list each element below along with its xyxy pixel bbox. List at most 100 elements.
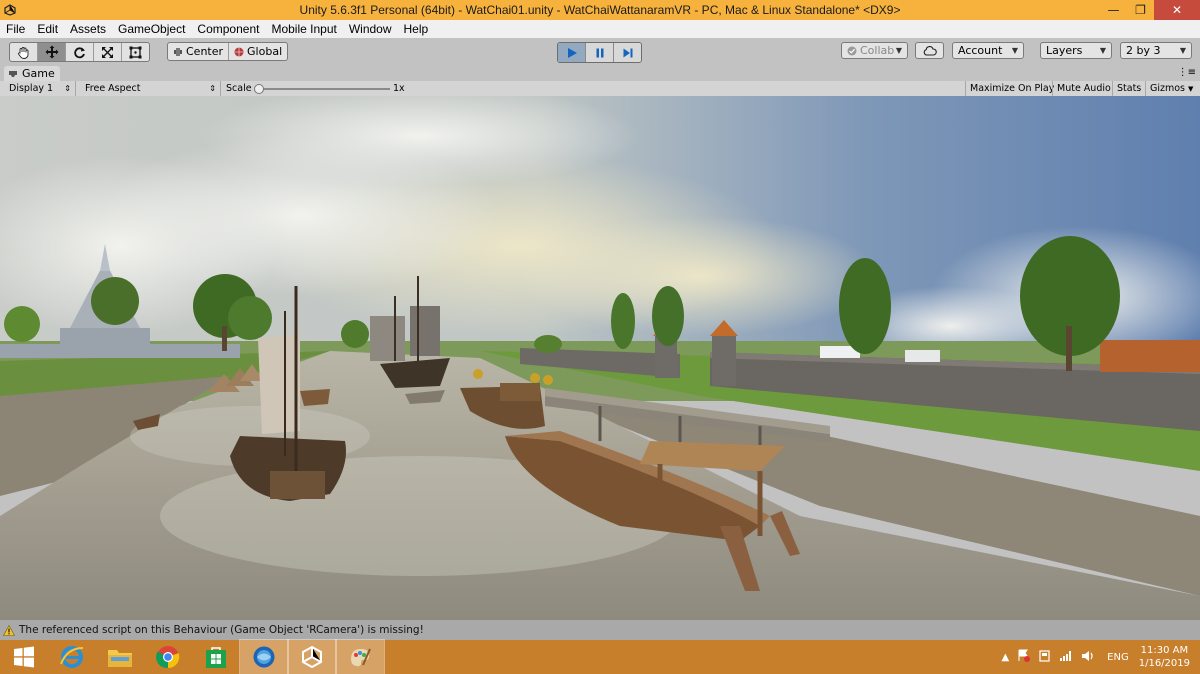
account-dropdown[interactable]: Account ▼ (952, 42, 1024, 59)
status-message: The referenced script on this Behaviour … (19, 624, 424, 636)
taskbar-store[interactable] (192, 640, 240, 674)
stats-toggle[interactable]: Stats (1112, 81, 1145, 96)
warning-icon (3, 624, 15, 636)
pivot-center-button[interactable]: Center (168, 43, 228, 60)
hand-tool-button[interactable] (10, 43, 38, 61)
checkmark-icon (847, 46, 857, 55)
clock-date: 1/16/2019 (1138, 658, 1190, 669)
pivot-center-icon (174, 47, 182, 56)
pause-button[interactable] (586, 43, 614, 62)
windows-taskbar: ▲ ENG 11:30 AM 1/16/2019 (0, 639, 1200, 674)
pause-icon (596, 48, 603, 57)
game-controller-icon (9, 71, 17, 77)
pivot-toggle-group: Center Global (167, 42, 289, 61)
updown-icon: ⇕ (64, 84, 71, 93)
scale-value: 1x (393, 83, 405, 94)
maximize-button[interactable]: ❐ (1127, 0, 1154, 20)
scale-tool-button[interactable] (94, 43, 122, 61)
scale-icon (102, 46, 113, 58)
file-explorer-icon (108, 650, 132, 667)
space-global-button[interactable]: Global (228, 43, 287, 60)
chevron-down-icon: ▼ (1011, 46, 1018, 55)
taskbar-unity[interactable] (287, 639, 337, 674)
step-button[interactable] (614, 43, 641, 62)
title-bar: Unity 5.6.3f1 Personal (64bit) - WatChai… (0, 0, 1200, 20)
menu-window[interactable]: Window (343, 22, 398, 36)
menu-gameobject[interactable]: GameObject (112, 22, 191, 36)
collab-dropdown[interactable]: Collab ▼ (841, 42, 908, 59)
store-icon (206, 647, 226, 668)
slider-thumb[interactable] (254, 84, 264, 94)
panel-menu-icon[interactable]: ⋮≡ (1178, 67, 1196, 78)
step-forward-icon (623, 48, 632, 57)
game-view-toolbar: Display 1 ⇕ Free Aspect ⇕ Scale 1x Maxim… (0, 81, 1200, 97)
display-dropdown[interactable]: Display 1 ⇕ (0, 81, 76, 96)
clock-time: 11:30 AM (1140, 645, 1189, 656)
window-title: Unity 5.6.3f1 Personal (64bit) - WatChai… (299, 3, 901, 17)
rect-tool-button[interactable] (122, 43, 149, 61)
action-center-flag-icon[interactable] (1017, 649, 1031, 665)
menu-component[interactable]: Component (191, 22, 265, 36)
rect-transform-icon (129, 46, 142, 58)
scale-slider[interactable] (254, 81, 390, 96)
close-button[interactable]: ✕ (1154, 0, 1200, 20)
rotate-tool-button[interactable] (66, 43, 94, 61)
aspect-dropdown[interactable]: Free Aspect ⇕ (80, 81, 221, 96)
scale-label: Scale (226, 83, 252, 94)
chevron-down-icon: ▼ (1188, 84, 1194, 93)
play-button[interactable] (558, 43, 586, 62)
taskbar-internet-explorer[interactable] (48, 640, 96, 674)
game-viewport[interactable] (0, 96, 1200, 620)
rotate-icon (74, 46, 85, 58)
maximize-on-play-toggle[interactable]: Maximize On Play (965, 81, 1058, 96)
chevron-down-icon: ▼ (1179, 46, 1186, 55)
play-icon (567, 47, 577, 58)
windows-start-icon (14, 646, 34, 668)
gizmos-dropdown[interactable]: Gizmos ▼ (1145, 81, 1196, 96)
cloud-button[interactable] (915, 42, 944, 59)
mute-audio-toggle[interactable]: Mute Audio (1052, 81, 1115, 96)
language-indicator[interactable]: ENG (1107, 652, 1129, 663)
globe-icon (234, 47, 244, 56)
layers-dropdown[interactable]: Layers ▼ (1040, 42, 1112, 59)
show-hidden-icons-icon[interactable]: ▲ (1001, 652, 1009, 663)
start-button[interactable] (0, 640, 48, 674)
volume-icon[interactable] (1081, 650, 1095, 665)
cloud-icon (923, 45, 937, 56)
menu-mobile-input[interactable]: Mobile Input (265, 22, 342, 36)
taskbar-paint[interactable] (335, 639, 385, 674)
chevron-down-icon: ▼ (895, 46, 902, 55)
system-tray: ▲ ENG 11:30 AM 1/16/2019 (997, 640, 1200, 674)
transform-tools (9, 42, 150, 62)
unity-icon (302, 645, 322, 669)
playback-controls (557, 42, 642, 63)
network-signal-icon[interactable] (1059, 650, 1073, 665)
chrome-icon (156, 646, 180, 669)
move-arrows-icon (45, 45, 58, 59)
unity-logo-icon (0, 0, 20, 20)
layout-dropdown[interactable]: 2 by 3 ▼ (1120, 42, 1192, 59)
paint-icon (351, 648, 371, 667)
device-icon[interactable] (1038, 649, 1051, 665)
tab-game[interactable]: Game (4, 66, 60, 81)
menu-file[interactable]: File (0, 22, 31, 36)
taskbar-browser-globe[interactable] (239, 639, 289, 674)
menu-assets[interactable]: Assets (64, 22, 112, 36)
hand-icon (18, 46, 29, 59)
taskbar-file-explorer[interactable] (96, 640, 144, 674)
move-tool-button[interactable] (38, 43, 66, 61)
menu-bar: File Edit Assets GameObject Component Mo… (0, 20, 1200, 38)
taskbar-chrome[interactable] (144, 640, 192, 674)
clock[interactable]: 11:30 AM 1/16/2019 (1139, 644, 1190, 670)
menu-edit[interactable]: Edit (31, 22, 64, 36)
minimize-button[interactable]: — (1100, 0, 1127, 20)
updown-icon: ⇕ (209, 84, 216, 93)
main-toolbar: Center Global Collab ▼ Account ▼ Layers … (0, 38, 1200, 65)
game-tab-bar: Game ⋮≡ (0, 65, 1200, 81)
chevron-down-icon: ▼ (1099, 46, 1106, 55)
small-boat (300, 389, 330, 406)
browser-globe-icon (253, 646, 275, 668)
console-status-bar[interactable]: The referenced script on this Behaviour … (0, 620, 1200, 640)
internet-explorer-icon (60, 646, 84, 668)
menu-help[interactable]: Help (398, 22, 435, 36)
